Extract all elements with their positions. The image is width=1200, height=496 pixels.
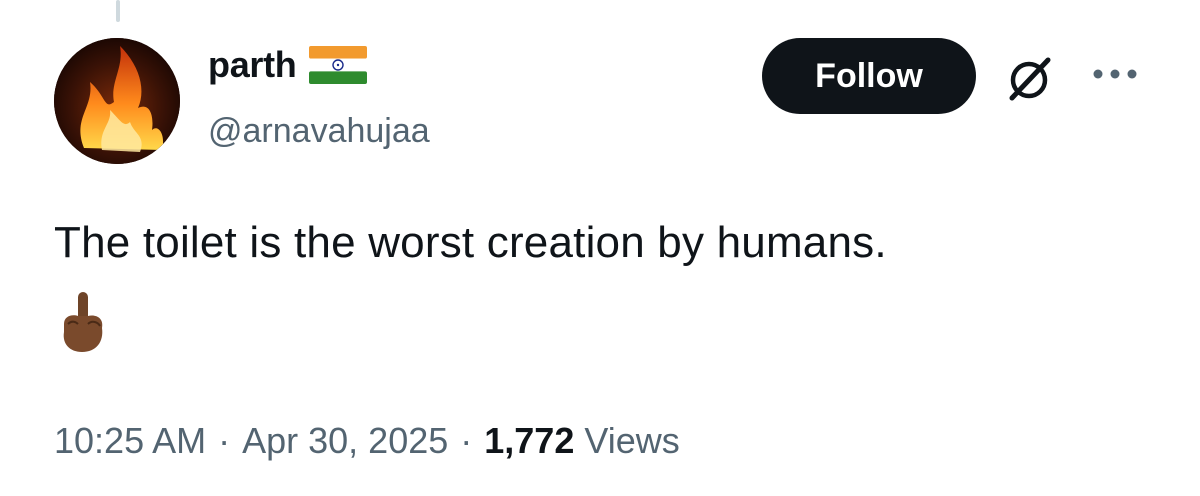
avatar[interactable] xyxy=(54,38,180,164)
tweet-time[interactable]: 10:25 AM xyxy=(54,420,206,462)
user-handle[interactable]: @arnavahujaa xyxy=(208,112,430,151)
views-label: Views xyxy=(584,420,680,461)
middle-finger-emoji-icon xyxy=(63,292,103,352)
views-count: 1,772 xyxy=(484,420,575,461)
follow-button[interactable]: Follow xyxy=(762,38,976,114)
meta-separator: · xyxy=(460,420,473,461)
meta-separator: · xyxy=(218,420,231,461)
tweet-text: The toilet is the worst creation by huma… xyxy=(54,218,887,267)
tweet-date[interactable]: Apr 30, 2025 xyxy=(242,420,448,462)
thread-connector-line xyxy=(116,0,120,22)
india-flag-icon xyxy=(308,46,367,84)
name-row: parth xyxy=(208,44,367,86)
display-name[interactable]: parth xyxy=(208,44,297,86)
more-options-icon[interactable] xyxy=(1090,66,1140,82)
fire-avatar-icon xyxy=(54,38,180,164)
tweet-meta: 10:25 AM · Apr 30, 2025 · 1,772 Views xyxy=(54,420,680,462)
grok-icon[interactable] xyxy=(1004,54,1054,104)
